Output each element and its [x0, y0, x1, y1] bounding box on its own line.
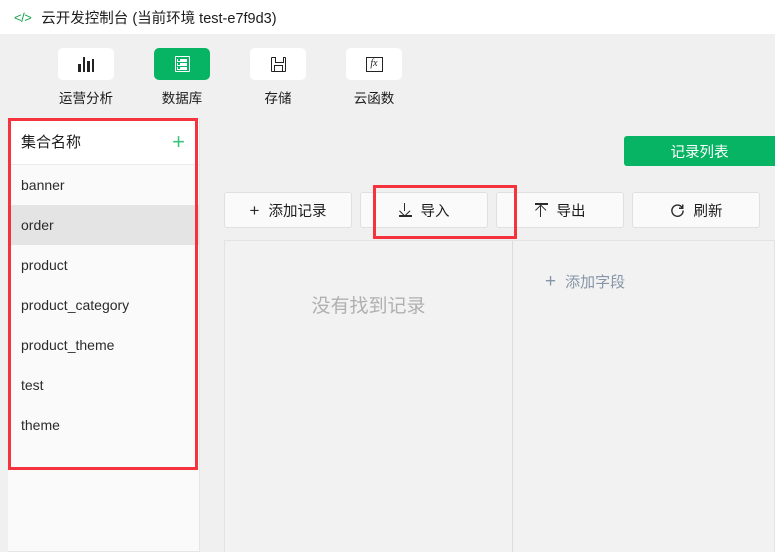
export-label: 导出 — [556, 203, 586, 220]
nav-item-cloud-functions[interactable]: fx 云函数 — [326, 48, 422, 107]
page-title: 云开发控制台 (当前环境 test-e7f9d3) — [41, 10, 277, 27]
download-arrow-icon — [398, 203, 412, 217]
collection-item-label: product — [21, 257, 68, 273]
tab-record-list[interactable]: 记录列表 — [624, 136, 775, 166]
fields-area: + 添加字段 — [513, 241, 774, 552]
collection-item-label: product_theme — [21, 337, 115, 353]
floppy-save-icon — [270, 56, 286, 72]
nav-label-database: 数据库 — [161, 91, 203, 106]
add-field-label: 添加字段 — [565, 274, 626, 291]
collection-item-product-category[interactable]: product_category — [8, 285, 199, 325]
nav-tile-operations-analysis[interactable] — [58, 48, 114, 80]
collection-item-banner[interactable]: banner — [8, 165, 199, 205]
fx-function-icon: fx — [365, 56, 383, 72]
collections-header-label: 集合名称 — [21, 134, 82, 151]
empty-state-text: 没有找到记录 — [311, 296, 426, 317]
refresh-icon — [670, 203, 685, 218]
records-panel: 没有找到记录 + 添加字段 — [224, 240, 775, 552]
collection-item-label: order — [21, 217, 54, 233]
app-root: </> 云开发控制台 (当前环境 test-e7f9d3) 运营分析 数据库 存… — [0, 0, 775, 552]
collection-item-label: test — [21, 377, 44, 393]
record-toolbar: + 添加记录 导入 导出 刷新 — [224, 192, 760, 228]
import-button[interactable]: 导入 — [360, 192, 488, 228]
add-record-label: 添加记录 — [268, 203, 327, 220]
nav-item-operations-analysis[interactable]: 运营分析 — [38, 48, 134, 107]
collection-item-label: banner — [21, 177, 65, 193]
collection-item-label: theme — [21, 417, 60, 433]
main-content: 记录列表 + 添加记录 导入 导出 刷新 没有找到记录 + 添加字段 — [200, 110, 775, 552]
nav-label-cloud-functions: 云函数 — [353, 91, 395, 106]
nav-item-storage[interactable]: 存储 — [230, 48, 326, 107]
collection-list: banner order product product_category pr… — [8, 165, 199, 445]
nav-label-storage: 存储 — [264, 91, 292, 106]
import-label: 导入 — [420, 203, 450, 220]
collection-item-test[interactable]: test — [8, 365, 199, 405]
tab-record-list-label: 记录列表 — [670, 144, 729, 161]
records-empty-area: 没有找到记录 — [225, 241, 513, 552]
nav-tile-database[interactable] — [154, 48, 210, 80]
collections-header: 集合名称 + — [8, 119, 199, 165]
main-nav: 运营分析 数据库 存储 fx 云函数 — [0, 34, 775, 110]
plus-icon: + — [545, 271, 557, 292]
refresh-label: 刷新 — [693, 203, 723, 220]
export-button[interactable]: 导出 — [496, 192, 624, 228]
plus-icon: + — [249, 200, 260, 220]
database-list-icon — [174, 56, 190, 72]
collection-item-label: product_category — [21, 297, 130, 313]
nav-tile-cloud-functions[interactable]: fx — [346, 48, 402, 80]
collection-item-theme[interactable]: theme — [8, 405, 199, 445]
nav-tile-storage[interactable] — [250, 48, 306, 80]
nav-item-database[interactable]: 数据库 — [134, 48, 230, 107]
refresh-button[interactable]: 刷新 — [632, 192, 760, 228]
collections-sidebar: 集合名称 + banner order product product_cate… — [8, 118, 200, 552]
nav-label-operations-analysis: 运营分析 — [59, 91, 113, 106]
upload-arrow-icon — [534, 203, 548, 217]
collection-item-order[interactable]: order — [8, 205, 199, 245]
collection-item-product[interactable]: product — [8, 245, 199, 285]
title-bar: </> 云开发控制台 (当前环境 test-e7f9d3) — [0, 0, 775, 34]
code-brackets-icon: </> — [14, 9, 32, 25]
add-field-button[interactable]: + 添加字段 — [545, 271, 625, 292]
collection-item-product-theme[interactable]: product_theme — [8, 325, 199, 365]
add-record-button[interactable]: + 添加记录 — [224, 192, 352, 228]
add-collection-plus-icon[interactable]: + — [172, 130, 185, 153]
bar-chart-icon — [78, 56, 94, 72]
